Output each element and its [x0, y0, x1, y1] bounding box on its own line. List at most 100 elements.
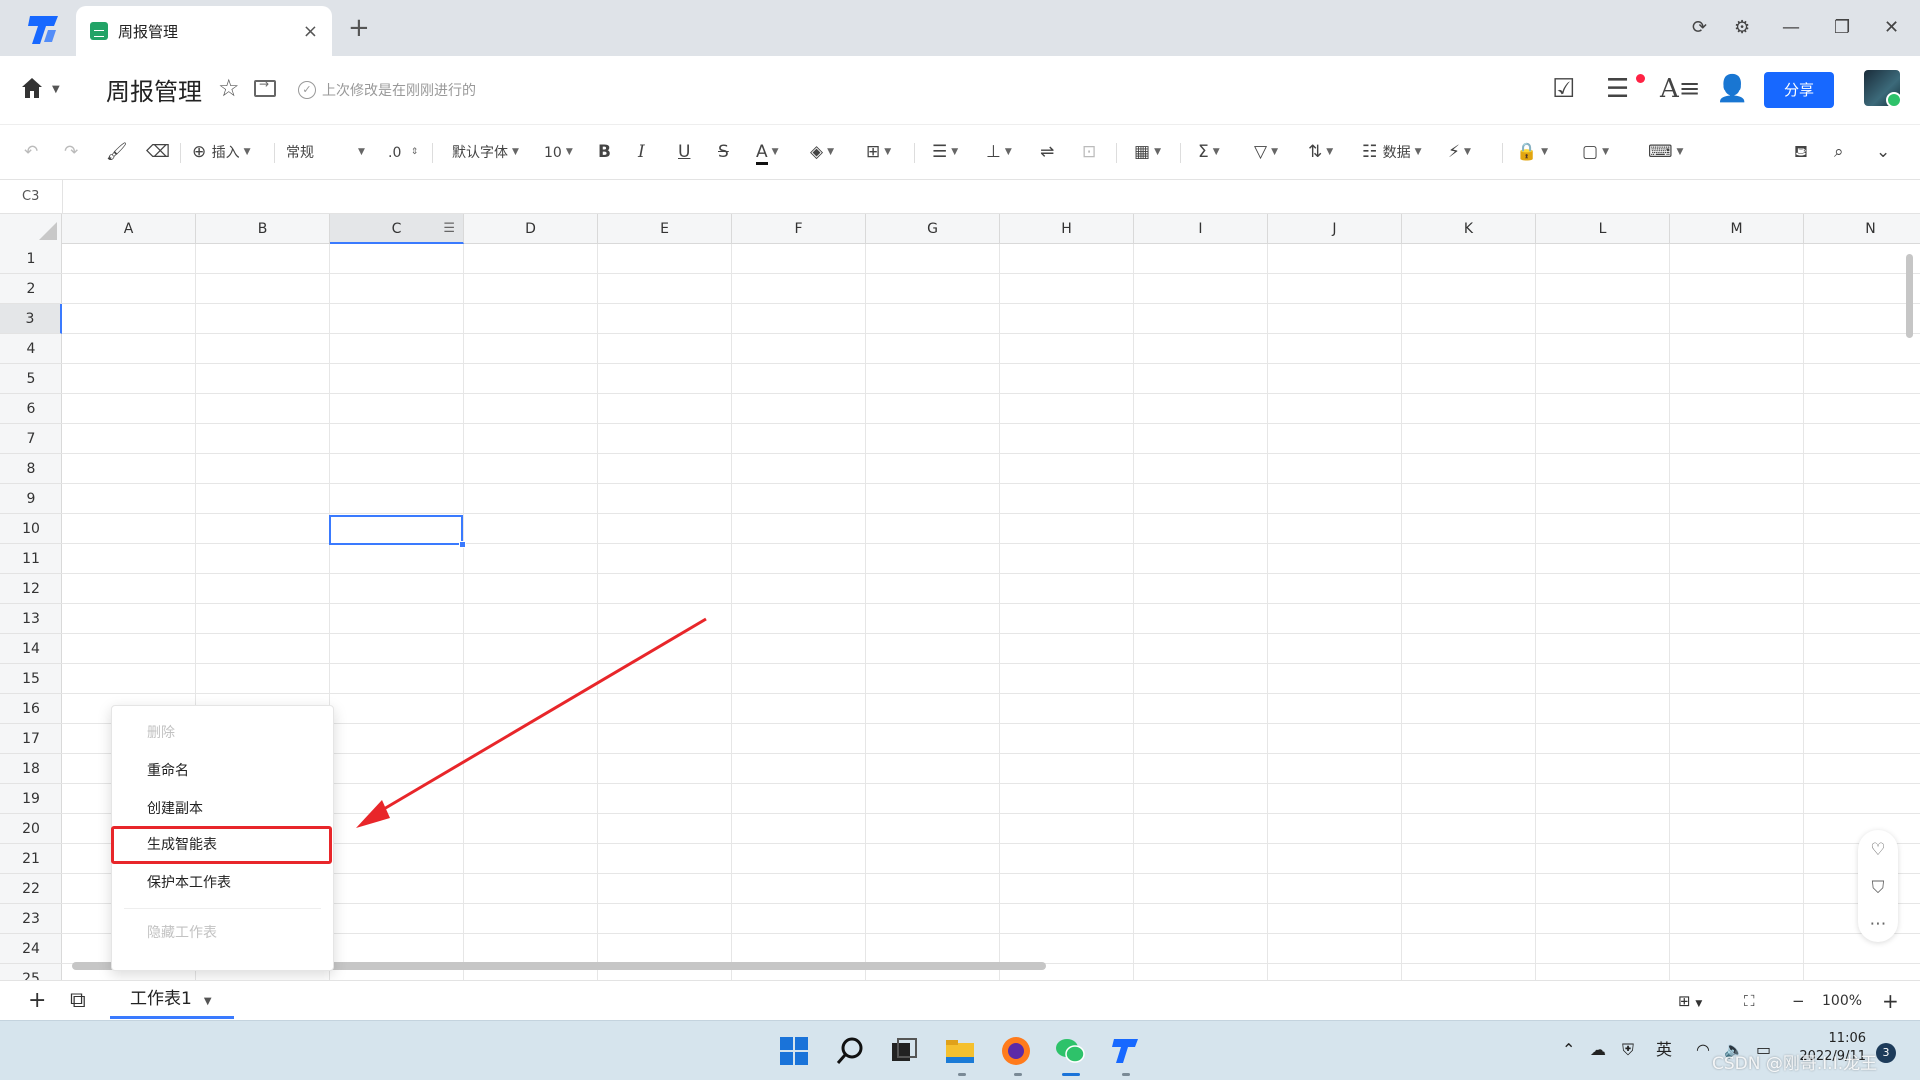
row-header[interactable]: 2	[0, 274, 62, 304]
bold-icon[interactable]: B	[598, 141, 611, 163]
row-header[interactable]: 14	[0, 634, 62, 664]
column-header[interactable]: J	[1268, 214, 1402, 244]
column-header[interactable]: D	[464, 214, 598, 244]
row-header[interactable]: 11	[0, 544, 62, 574]
row-header[interactable]: 13	[0, 604, 62, 634]
select-all-corner[interactable]	[0, 214, 62, 244]
zoom-level[interactable]: 100%	[1822, 991, 1862, 1011]
number-format-dropdown-icon[interactable]: ▼	[354, 141, 365, 163]
row-header[interactable]: 7	[0, 424, 62, 454]
star-icon[interactable]: ☆	[218, 74, 240, 102]
font-color-icon[interactable]: A ▼	[756, 141, 779, 165]
row-header[interactable]: 21	[0, 844, 62, 874]
format-painter-icon[interactable]: 🖌	[106, 141, 128, 163]
column-header[interactable]: B	[196, 214, 330, 244]
row-header[interactable]: 10	[0, 514, 62, 544]
notification-badge[interactable]: 3	[1876, 1043, 1896, 1063]
row-header[interactable]: 4	[0, 334, 62, 364]
more-icon[interactable]: ⋯	[1858, 914, 1898, 934]
row-header[interactable]: 1	[0, 244, 62, 274]
app-logo-icon[interactable]	[26, 12, 62, 46]
selected-cell[interactable]	[329, 515, 463, 545]
vertical-align-icon[interactable]: ⊥ ▼	[986, 141, 1012, 163]
row-header[interactable]: 19	[0, 784, 62, 814]
add-sheet-icon[interactable]: +	[28, 989, 46, 1013]
border-icon[interactable]: ⊞ ▼	[866, 141, 891, 163]
font-family-select[interactable]: 默认字体 ▼	[452, 141, 519, 164]
ime-indicator[interactable]: 英	[1656, 1039, 1672, 1061]
column-header[interactable]: N	[1804, 214, 1920, 244]
cloud-icon[interactable]: ☁	[1590, 1039, 1606, 1061]
close-window-icon[interactable]: ✕	[1884, 16, 1899, 40]
tencent-docs-icon[interactable]	[1110, 1035, 1142, 1067]
row-header[interactable]: 22	[0, 874, 62, 904]
zoom-in-icon[interactable]: +	[1882, 991, 1899, 1011]
wifi-icon[interactable]: ◠	[1696, 1039, 1710, 1061]
wechat-icon[interactable]	[1054, 1035, 1086, 1067]
tray-expand-icon[interactable]: ⌃	[1562, 1039, 1575, 1061]
context-menu-item[interactable]: 创建副本	[112, 792, 333, 826]
row-header[interactable]: 24	[0, 934, 62, 964]
text-format-icon[interactable]: A≡	[1660, 74, 1701, 104]
collapse-toolbar-icon[interactable]: ⌄	[1876, 141, 1890, 163]
cell-reference[interactable]: C3	[22, 189, 39, 204]
add-user-icon[interactable]: 👤	[1716, 74, 1748, 104]
row-header[interactable]: 6	[0, 394, 62, 424]
firefox-icon[interactable]	[1000, 1035, 1032, 1067]
shirt-icon[interactable]: ⛉	[1858, 878, 1898, 898]
gear-icon[interactable]: ⚙	[1734, 16, 1750, 40]
undo-icon[interactable]: ↶	[24, 141, 38, 163]
edit-check-icon[interactable]: ☑	[1552, 74, 1575, 104]
automation-icon[interactable]: ⚡ ▼	[1448, 141, 1471, 163]
security-shield-icon[interactable]: ⛨	[1622, 1039, 1634, 1061]
restore-icon[interactable]: ❐	[1834, 16, 1850, 40]
move-folder-icon[interactable]	[254, 77, 276, 97]
fullscreen-icon[interactable]: ⛶	[1744, 991, 1755, 1011]
search-icon[interactable]	[834, 1035, 866, 1067]
filter-icon[interactable]: ▽ ▼	[1254, 141, 1278, 163]
column-filter-icon[interactable]: ☰	[443, 214, 455, 244]
column-header[interactable]: E	[598, 214, 732, 244]
document-title[interactable]: 周报管理	[106, 72, 202, 107]
insert-button[interactable]: ⊕ 插入 ▼	[192, 141, 251, 164]
column-header[interactable]: H	[1000, 214, 1134, 244]
column-header[interactable]: I	[1134, 214, 1268, 244]
lock-icon[interactable]: 🔒 ▼	[1516, 141, 1548, 163]
underline-icon[interactable]: U	[678, 141, 690, 163]
view-mode-icon[interactable]: ⊞ ▼	[1678, 991, 1702, 1014]
heart-icon[interactable]: ♡	[1858, 840, 1898, 860]
avatar[interactable]	[1864, 70, 1902, 108]
windows-start-icon[interactable]	[778, 1035, 810, 1067]
align-icon[interactable]: ☰ ▼	[932, 141, 958, 163]
new-tab-button[interactable]: +	[348, 14, 370, 42]
data-menu-button[interactable]: ☷ 数据 ▼	[1362, 141, 1422, 164]
fill-handle[interactable]	[459, 541, 466, 548]
menu-list-icon[interactable]: ☰	[1606, 74, 1629, 104]
conditional-format-icon[interactable]: ▦ ▼	[1134, 141, 1161, 163]
row-header[interactable]: 17	[0, 724, 62, 754]
row-header[interactable]: 9	[0, 484, 62, 514]
context-menu-item[interactable]: 保护本工作表	[112, 866, 333, 900]
refresh-icon[interactable]: ⟳	[1692, 16, 1707, 40]
share-button[interactable]: 分享	[1764, 72, 1834, 108]
minimize-icon[interactable]: —	[1782, 16, 1800, 40]
fill-color-icon[interactable]: ◈ ▼	[810, 141, 834, 163]
column-header[interactable]: K	[1402, 214, 1536, 244]
comment-icon[interactable]: ▢ ▼	[1582, 141, 1609, 163]
redo-icon[interactable]: ↷	[64, 141, 78, 163]
search-icon[interactable]: ⌕	[1834, 141, 1844, 163]
merge-cells-icon[interactable]: ⊡	[1082, 141, 1096, 163]
plugin-icon[interactable]: ⌨ ▼	[1648, 141, 1683, 163]
row-header[interactable]: 3	[0, 304, 62, 334]
sum-icon[interactable]: Σ ▼	[1198, 141, 1220, 163]
row-header[interactable]: 25	[0, 964, 62, 980]
column-header[interactable]: A	[62, 214, 196, 244]
row-header[interactable]: 15	[0, 664, 62, 694]
paint-bucket-icon[interactable]: ⛾	[1794, 141, 1808, 163]
task-view-icon[interactable]	[888, 1035, 920, 1067]
column-header[interactable]: G	[866, 214, 1000, 244]
decimal-button[interactable]: .0 ⇕	[388, 141, 418, 164]
italic-icon[interactable]: I	[638, 141, 645, 163]
row-header[interactable]: 8	[0, 454, 62, 484]
zoom-out-icon[interactable]: −	[1792, 991, 1805, 1011]
